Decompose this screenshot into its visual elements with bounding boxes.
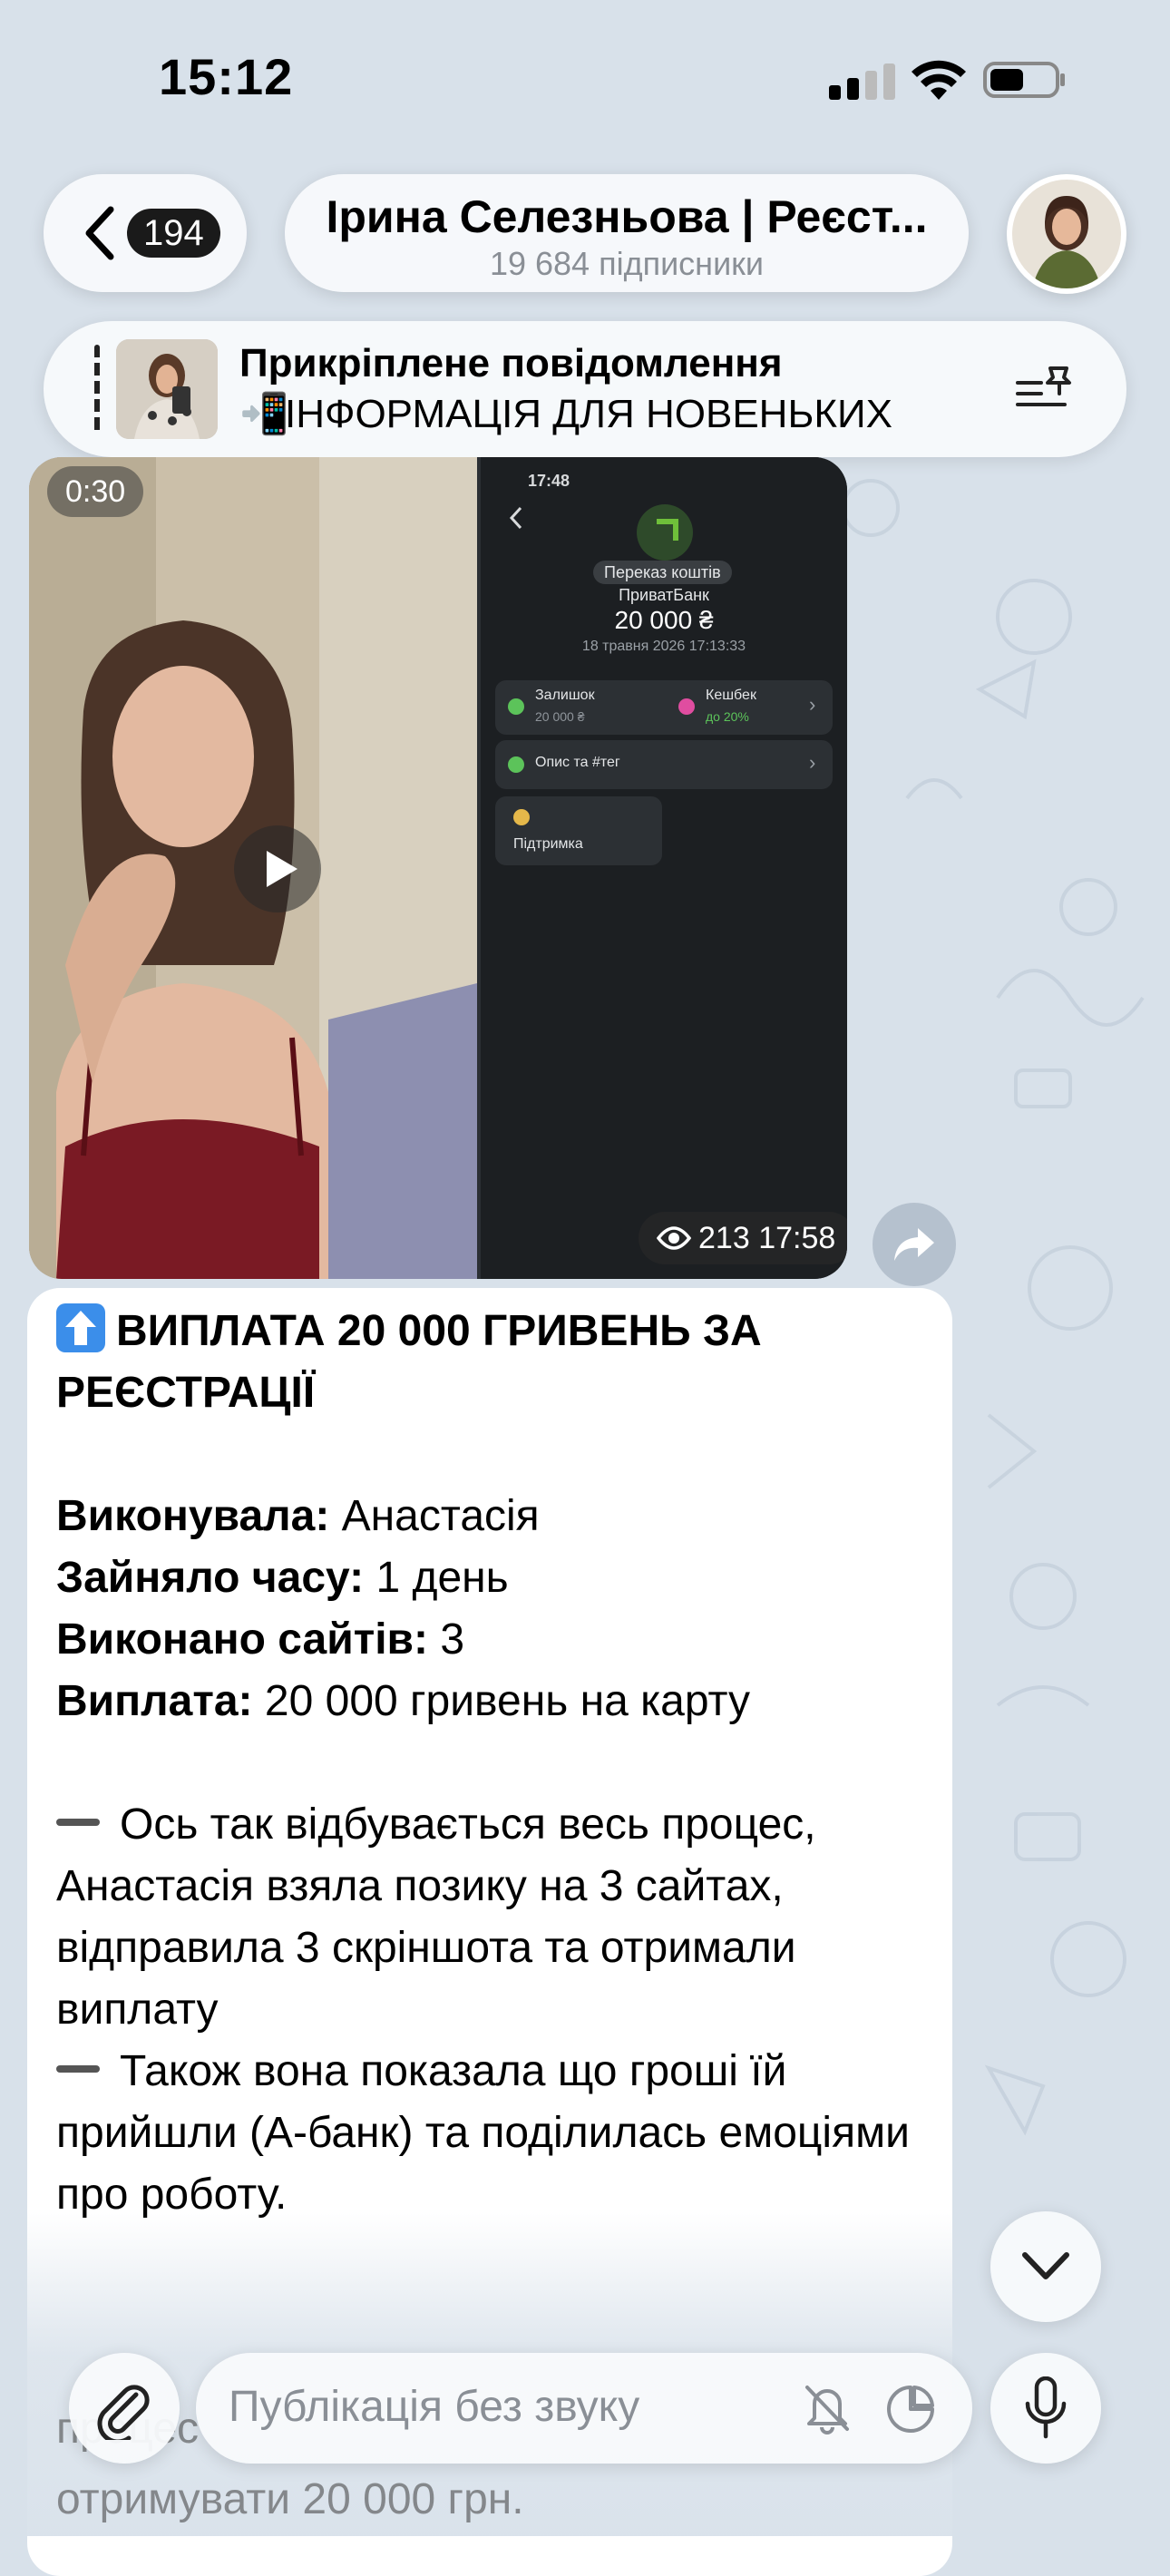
pinned-text-label: ІНФОРМАЦІЯ ДЛЯ НОВЕНЬКИХ <box>285 392 892 436</box>
screenshot-amount: 20 000 ₴ <box>614 606 714 634</box>
battery-icon <box>983 62 1065 98</box>
screenshot-bank: ПриватБанк <box>619 586 709 604</box>
bell-off-icon[interactable] <box>802 2382 853 2435</box>
paragraph-1-text: Ось так відбувається весь процес, Анаста… <box>56 1800 816 2034</box>
cashback-value: до 20% <box>706 709 749 724</box>
chevron-right-icon: › <box>809 751 816 774</box>
screenshot-time: 17:48 <box>528 472 570 490</box>
pinned-thumbnail <box>116 339 218 439</box>
description-label: Опис та #тег <box>535 755 620 770</box>
video-duration: 0:30 <box>47 466 144 517</box>
support-label: Підтримка <box>513 836 583 852</box>
payout-label: Виплата: <box>56 1677 253 1725</box>
dash-icon <box>56 1819 100 1826</box>
chevron-down-icon <box>1022 2252 1069 2279</box>
pinned-indicator <box>94 345 100 434</box>
balance-label: Залишок <box>535 688 595 703</box>
sites-line: Виконано сайтів: 3 <box>56 1609 927 1671</box>
dash-icon <box>56 2065 100 2073</box>
paperclip-icon <box>97 2385 150 2440</box>
attach-button[interactable] <box>69 2353 180 2464</box>
cashback-icon <box>678 698 695 715</box>
sticker-icon[interactable] <box>885 2384 936 2435</box>
payout-line: Виплата: 20 000 гривень на карту <box>56 1671 927 1732</box>
message-input-placeholder: Публікація без звуку <box>229 2383 640 2431</box>
play-button[interactable] <box>234 825 321 912</box>
share-arrow-icon <box>894 1228 934 1261</box>
message-time: 17:58 <box>758 1221 836 1255</box>
partial-text-line-3: отримувати 20 000 грн. <box>56 2475 524 2523</box>
balance-icon <box>508 698 524 715</box>
bank-screenshot: 17:48 Переказ коштів ПриватБанк 20 000 ₴… <box>481 457 847 1279</box>
performer-label: Виконувала: <box>56 1492 330 1540</box>
video-message[interactable]: 0:30 17:48 Переказ коштів ПриватБанк 20 … <box>29 457 847 1279</box>
support-icon <box>513 809 530 825</box>
back-button[interactable]: 194 <box>44 174 247 292</box>
pinned-thumbnail-image <box>116 339 218 439</box>
wifi-icon <box>912 60 966 100</box>
microphone-icon <box>1025 2376 1067 2439</box>
performer-line: Виконувала: Анастасія <box>56 1486 927 1547</box>
scroll-down-button[interactable] <box>990 2211 1101 2322</box>
screenshot-description-card: Опис та #тег › <box>495 740 833 789</box>
pinned-message-bar[interactable]: Прикріплене повідомлення 📲ІНФОРМАЦІЯ ДЛЯ… <box>44 321 1126 457</box>
forward-button[interactable] <box>873 1203 956 1286</box>
phone-arrow-emoji-icon: 📲 <box>239 392 289 436</box>
balance-value: 20 000 ₴ <box>535 709 585 724</box>
up-arrow-emoji-icon <box>56 1303 105 1352</box>
hashtag-icon <box>508 756 524 773</box>
video-person-frame: 0:30 <box>29 457 477 1279</box>
headline-text: ВИПЛАТА 20 000 ГРИВЕНЬ ЗА РЕЄСТРАЦІЇ <box>56 1307 762 1417</box>
message-headline: ВИПЛАТА 20 000 ГРИВЕНЬ ЗА РЕЄСТРАЦІЇ <box>56 1301 927 1424</box>
paragraph-2-text: Також вона показала що гроші їй прийшли … <box>56 2047 910 2219</box>
paragraph-1: Ось так відбувається весь процес, Анаста… <box>56 1794 927 2041</box>
payout-value: 20 000 гривень на карту <box>264 1677 751 1725</box>
privatbank-logo-icon <box>637 504 693 561</box>
sites-label: Виконано сайтів: <box>56 1615 429 1664</box>
eye-icon <box>657 1226 691 1250</box>
pinned-title: Прикріплене повідомлення <box>239 341 783 385</box>
chevron-left-icon <box>85 206 114 260</box>
pinned-text: 📲ІНФОРМАЦІЯ ДЛЯ НОВЕНЬКИХ <box>239 390 892 437</box>
message-input[interactable]: Публікація без звуку <box>196 2353 972 2464</box>
status-time: 15:12 <box>159 48 294 105</box>
cellular-signal-icon <box>829 63 895 100</box>
screenshot-transfer-label: Переказ коштів <box>593 561 732 584</box>
unread-count-badge: 194 <box>127 209 220 258</box>
views-and-time: 213 17:58 <box>639 1212 847 1264</box>
channel-title: Ірина Селезньова | Реєст... <box>326 191 928 242</box>
performer-value: Анастасія <box>341 1492 540 1540</box>
channel-avatar[interactable] <box>1007 174 1126 294</box>
microphone-button[interactable] <box>990 2353 1101 2464</box>
screenshot-back-icon <box>509 506 522 530</box>
subscriber-count: 19 684 підписники <box>489 245 765 282</box>
paragraph-2: Також вона показала що гроші їй прийшли … <box>56 2041 927 2226</box>
screenshot-date: 18 травня 2026 17:13:33 <box>581 639 746 654</box>
time-label: Зайняло часу: <box>56 1554 365 1602</box>
avatar-photo <box>1012 180 1121 288</box>
sites-value: 3 <box>440 1615 465 1664</box>
time-value: 1 день <box>375 1554 509 1602</box>
cashback-label: Кешбек <box>706 688 756 703</box>
view-count: 213 <box>698 1221 750 1255</box>
play-icon <box>267 851 297 887</box>
chevron-right-icon: › <box>809 693 816 716</box>
screenshot-support-card: Підтримка <box>495 796 662 865</box>
channel-header[interactable]: Ірина Селезньова | Реєст... 19 684 підпи… <box>285 174 969 292</box>
screenshot-balance-card: Залишок 20 000 ₴ Кешбек до 20% › <box>495 680 833 735</box>
pinned-list-icon[interactable] <box>1014 361 1077 415</box>
time-line: Зайняло часу: 1 день <box>56 1547 927 1609</box>
